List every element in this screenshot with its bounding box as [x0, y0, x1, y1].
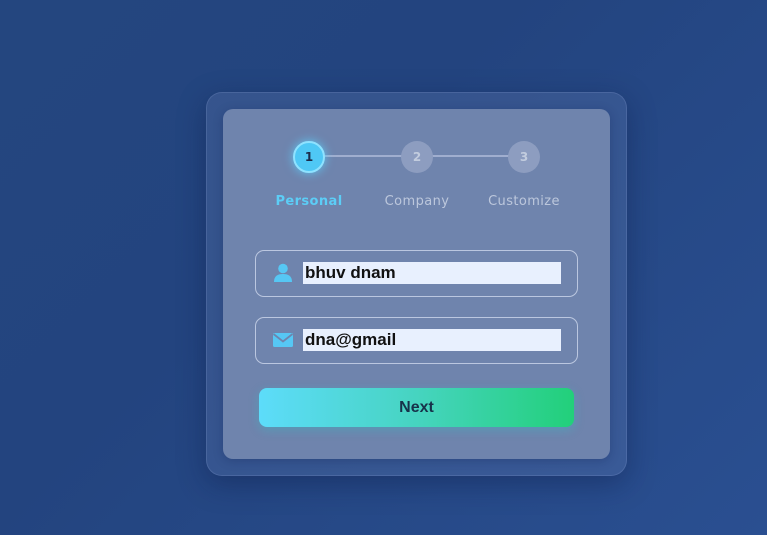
step-1-number: 1: [304, 150, 314, 164]
step-2-label: Company: [384, 194, 450, 209]
user-icon: [272, 263, 294, 283]
step-3-circle[interactable]: 3: [508, 141, 540, 173]
step-1-circle[interactable]: 1: [293, 141, 325, 173]
email-field: [255, 317, 578, 364]
step-2-number: 2: [412, 150, 422, 164]
envelope-icon: [272, 330, 294, 350]
name-input[interactable]: [303, 262, 561, 284]
step-3-label: Customize: [488, 194, 560, 209]
next-button[interactable]: Next: [259, 388, 574, 427]
step-1-label: Personal: [275, 194, 343, 209]
step-3-number: 3: [519, 150, 529, 164]
name-field: [255, 250, 578, 297]
email-input[interactable]: [303, 329, 561, 351]
step-2-circle[interactable]: 2: [401, 141, 433, 173]
